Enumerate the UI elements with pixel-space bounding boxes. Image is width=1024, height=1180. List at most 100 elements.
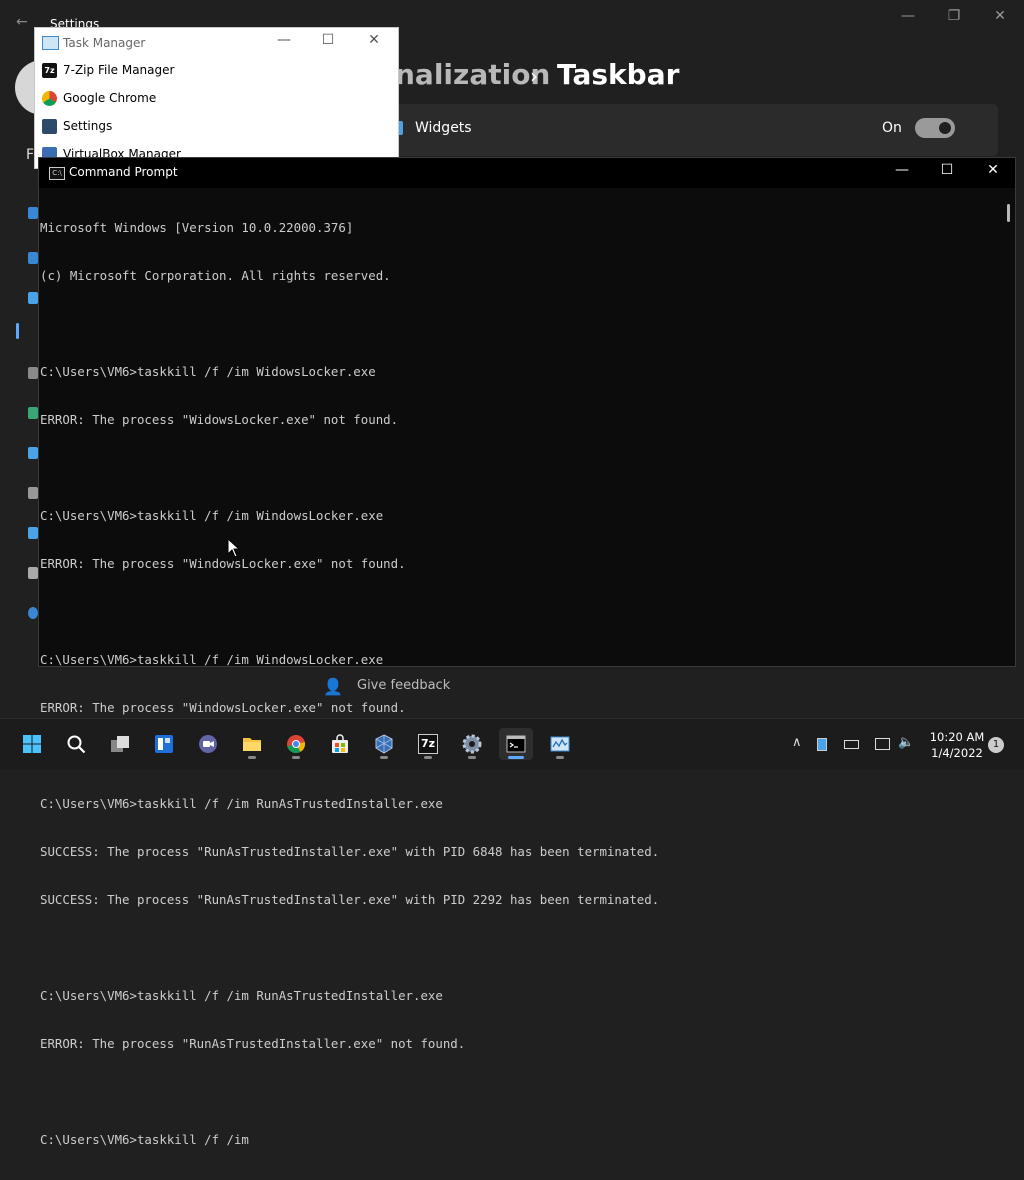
sidebar-windows-update-icon[interactable]: [28, 607, 38, 619]
command-prompt-window[interactable]: C:\ Command Prompt — ☐ ✕ Microsoft Windo…: [38, 157, 1016, 1147]
terminal-icon: [506, 735, 526, 753]
console-line: C:\Users\VM6>taskkill /f /im WidowsLocke…: [40, 364, 376, 379]
search-button[interactable]: [59, 728, 93, 760]
7zip-button[interactable]: 7z: [411, 728, 445, 760]
widgets-state: On: [882, 120, 902, 136]
cmd-title-bar[interactable]: C:\ Command Prompt — ☐ ✕: [39, 158, 1015, 188]
running-indicator: [556, 756, 564, 759]
chrome-icon: [287, 735, 306, 754]
search-box-stub[interactable]: F: [26, 147, 34, 163]
minimize-icon[interactable]: —: [882, 162, 922, 184]
virtualbox-icon: [375, 734, 393, 754]
folder-icon: [243, 738, 261, 751]
windows-logo-icon: [23, 735, 41, 753]
chrome-icon: [42, 91, 57, 106]
store-button[interactable]: [323, 728, 357, 760]
settings-button[interactable]: [455, 728, 489, 760]
sidebar-selection-indicator: [16, 323, 19, 339]
page-title: Taskbar: [557, 58, 680, 91]
console-output[interactable]: Microsoft Windows [Version 10.0.22000.37…: [40, 188, 1000, 1147]
settings-icon: [42, 119, 57, 134]
sidebar-apps-icon[interactable]: [28, 367, 38, 379]
task-manager-app-row[interactable]: Settings: [35, 113, 398, 141]
task-manager-button[interactable]: [543, 728, 577, 760]
widgets-button[interactable]: [147, 728, 181, 760]
scrollbar-thumb[interactable]: [1007, 204, 1010, 222]
restore-icon[interactable]: ❐: [942, 8, 966, 26]
app-name: Google Chrome: [63, 91, 157, 105]
maximize-icon[interactable]: ☐: [927, 162, 967, 184]
console-line: ERROR: The process "WindowsLocker.exe" n…: [40, 556, 406, 571]
command-prompt-button[interactable]: [499, 728, 533, 760]
console-line: SUCCESS: The process "RunAsTrustedInstal…: [40, 844, 660, 859]
sidebar-accounts-icon[interactable]: [28, 407, 38, 419]
cmd-scrollbar[interactable]: [1001, 188, 1015, 666]
widgets-setting-row[interactable]: Widgets On: [385, 104, 998, 156]
chat-button[interactable]: [191, 728, 225, 760]
taskbar: 7z ∧ 🔈 10:20 AM 1/4/2022 1: [0, 718, 1024, 769]
volume-icon[interactable]: 🔈: [898, 735, 914, 750]
console-line: C:\Users\VM6>taskkill /f /im WindowsLock…: [40, 652, 384, 667]
back-arrow-icon[interactable]: ←: [16, 14, 28, 30]
task-manager-app-row[interactable]: Google Chrome: [35, 85, 398, 113]
sidebar-system-icon[interactable]: [28, 207, 38, 219]
app-name: 7-Zip File Manager: [63, 63, 175, 77]
console-line: ERROR: The process "WidowsLocker.exe" no…: [40, 412, 399, 427]
minimize-icon[interactable]: —: [269, 32, 299, 52]
cmd-title: Command Prompt: [69, 165, 178, 179]
breadcrumb-separator: ›: [530, 64, 538, 88]
task-view-button[interactable]: [103, 728, 137, 760]
active-indicator: [508, 756, 524, 759]
chevron-up-icon[interactable]: ∧: [792, 735, 802, 750]
7zip-icon: 7z: [42, 63, 57, 78]
console-line: Microsoft Windows [Version 10.0.22000.37…: [40, 220, 354, 235]
console-line: C:\Users\VM6>taskkill /f /im WindowsLock…: [40, 508, 384, 523]
task-manager-window: Task Manager — ☐ ✕ 7z 7-Zip File Manager…: [34, 27, 399, 169]
console-prompt-line[interactable]: C:\Users\VM6>taskkill /f /im: [40, 1132, 1000, 1148]
breadcrumb-personalization[interactable]: nalization: [395, 58, 550, 91]
close-icon[interactable]: ✕: [359, 32, 389, 52]
sidebar-network-icon[interactable]: [28, 292, 38, 304]
keyboard-icon[interactable]: [844, 740, 859, 749]
system-clock[interactable]: 10:20 AM 1/4/2022: [928, 729, 986, 761]
console-line: (c) Microsoft Corporation. All rights re…: [40, 268, 391, 283]
toggle-knob: [939, 122, 951, 134]
sidebar-privacy-icon[interactable]: [28, 567, 38, 579]
mouse-cursor-icon: [227, 538, 241, 558]
sidebar-bluetooth-icon[interactable]: [28, 252, 38, 264]
sidebar-accessibility-icon[interactable]: [28, 527, 38, 539]
console-line: SUCCESS: The process "RunAsTrustedInstal…: [40, 892, 660, 907]
console-line: ERROR: The process "WindowsLocker.exe" n…: [40, 700, 406, 715]
sidebar-gaming-icon[interactable]: [28, 487, 38, 499]
start-button[interactable]: [15, 728, 49, 760]
close-icon[interactable]: ✕: [973, 162, 1013, 184]
file-explorer-button[interactable]: [235, 728, 269, 760]
teams-chat-icon: [199, 735, 217, 753]
gear-icon: [462, 734, 482, 754]
console-line: C:\Users\VM6>taskkill /f /im RunAsTruste…: [40, 796, 443, 811]
virtualbox-button[interactable]: [367, 728, 401, 760]
chrome-button[interactable]: [279, 728, 313, 760]
task-manager-icon: [550, 736, 570, 752]
notification-badge[interactable]: 1: [988, 737, 1004, 753]
running-indicator: [380, 756, 388, 759]
widgets-toggle[interactable]: [915, 118, 955, 138]
virtualbox-tray-icon[interactable]: [817, 738, 827, 751]
task-manager-title: Task Manager: [63, 36, 146, 50]
task-manager-app-row[interactable]: 7z 7-Zip File Manager: [35, 57, 398, 85]
running-indicator: [424, 756, 432, 759]
network-icon[interactable]: [875, 738, 890, 750]
running-indicator: [292, 756, 300, 759]
sidebar-time-language-icon[interactable]: [28, 447, 38, 459]
maximize-icon[interactable]: ☐: [313, 32, 343, 52]
console-line: C:\Users\VM6>taskkill /f /im RunAsTruste…: [40, 988, 443, 1003]
close-icon[interactable]: ✕: [988, 8, 1012, 26]
app-name: Settings: [63, 119, 113, 133]
minimize-icon[interactable]: —: [896, 8, 920, 26]
task-view-icon: [111, 736, 129, 752]
running-indicator: [468, 756, 476, 759]
task-manager-icon: [42, 36, 59, 50]
